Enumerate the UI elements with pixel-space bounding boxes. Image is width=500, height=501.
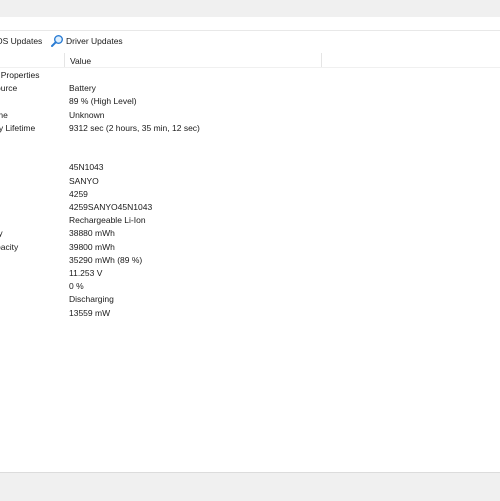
window-titlebar (0, 0, 500, 17)
status-bar (0, 472, 500, 501)
search-icon (50, 34, 64, 48)
field-value: 89 % (High Level) (69, 96, 137, 107)
list-item[interactable]: me Unknown (0, 109, 500, 122)
field-name: ry Lifetime (0, 122, 36, 133)
field-value: SANYO (69, 175, 99, 186)
list-item[interactable]: t Properties (0, 69, 500, 82)
column-header-value[interactable]: Value (70, 55, 91, 67)
field-name: me (0, 109, 8, 120)
list-item[interactable]: ry Lifetime 9312 sec (2 hours, 35 min, 12… (0, 122, 500, 135)
list-item[interactable]: Discharging (0, 293, 500, 306)
field-name: ource (0, 83, 18, 94)
list-item[interactable]: 11.253 V (0, 267, 500, 280)
field-value: 9312 sec (2 hours, 35 min, 12 sec) (69, 122, 200, 133)
field-value: Unknown (69, 109, 105, 120)
list-item[interactable]: 0 % (0, 280, 500, 293)
list-item[interactable]: 89 % (High Level) (0, 95, 500, 108)
field-value: Discharging (69, 294, 114, 305)
field-value: 4259SANYO45N1043 (69, 202, 153, 212)
list-item[interactable]: SANYO (0, 175, 500, 188)
list-item[interactable]: pacity 39800 mWh (0, 241, 500, 254)
list-item[interactable]: ource Battery (0, 82, 500, 95)
toolbar: OS Updates Driver Updates (0, 30, 500, 51)
field-value: 13559 mW (69, 307, 111, 318)
list-item[interactable]: 35290 mWh (89 %) (0, 254, 500, 267)
list-item[interactable]: ty 38880 mWh (0, 227, 500, 240)
field-value: 4259 (69, 188, 88, 199)
column-divider[interactable] (321, 53, 322, 67)
bios-updates-label: OS Updates (0, 36, 43, 46)
list-item[interactable]: 45N1043 (0, 161, 500, 174)
field-value: 38880 mWh (69, 228, 115, 239)
field-value: 0 % (69, 281, 84, 292)
driver-updates-label: Driver Updates (66, 36, 123, 46)
list-item[interactable]: 13559 mW (0, 307, 500, 320)
field-value: Rechargeable Li-Ion (69, 215, 146, 226)
field-value: 39800 mWh (69, 241, 115, 252)
field-name: ty (0, 228, 3, 239)
list-item[interactable]: 4259 (0, 188, 500, 201)
list-item[interactable]: 4259SANYO45N1043 (0, 201, 500, 214)
field-name: pacity (0, 241, 19, 252)
column-divider[interactable] (64, 53, 65, 67)
field-value: 35290 mWh (89 %) (69, 254, 143, 265)
field-value: 45N1043 (69, 162, 104, 173)
field-value: Battery (69, 83, 96, 94)
field-value: 11.253 V (69, 268, 103, 278)
list-item[interactable] (0, 135, 500, 148)
list-item[interactable]: Rechargeable Li-Ion (0, 214, 500, 227)
list-item[interactable] (0, 148, 500, 161)
column-header: Value (0, 53, 500, 68)
field-name: t Properties (0, 70, 40, 80)
